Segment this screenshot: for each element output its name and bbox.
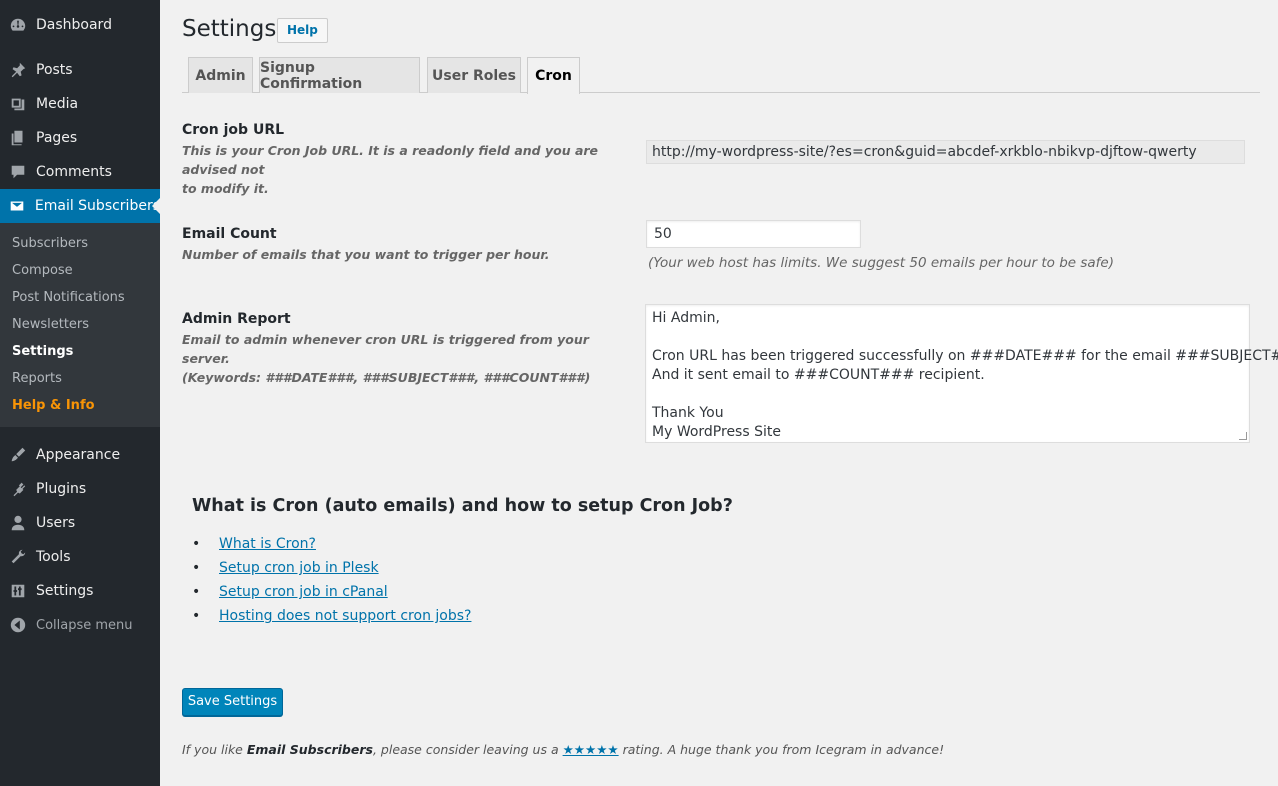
footer-text: If you like — [182, 742, 247, 757]
menu-email-subscribers[interactable]: Email Subscribers — [0, 189, 160, 223]
description-line: Email to admin whenever cron URL is trig… — [182, 332, 589, 366]
textarea-line — [652, 328, 1243, 347]
email-count-field[interactable]: 50 — [646, 220, 861, 248]
wrench-icon — [0, 548, 36, 566]
rating-footer: If you like Email Subscribers, please co… — [182, 742, 944, 757]
media-icon — [0, 95, 36, 113]
list-item: Setup cron job in cPanal — [192, 584, 471, 608]
resize-handle[interactable] — [1239, 432, 1247, 440]
admin-report-description: Email to admin whenever cron URL is trig… — [182, 330, 622, 387]
collapse-menu-button[interactable]: Collapse menu — [0, 608, 160, 642]
menu-tools[interactable]: Tools — [0, 540, 160, 574]
submenu-post-notifications[interactable]: Post Notifications — [12, 290, 125, 305]
admin-report-label: Admin Report — [182, 311, 291, 327]
list-item: Hosting does not support cron jobs? — [192, 608, 471, 632]
menu-users[interactable]: Users — [0, 506, 160, 540]
cron-url-description: This is your Cron Job URL. It is a reado… — [182, 141, 622, 198]
submenu-reports[interactable]: Reports — [12, 371, 62, 386]
what-is-cron-link[interactable]: What is Cron? — [219, 536, 316, 552]
textarea-line: My WordPress Site — [652, 424, 781, 440]
page-title: Settings — [182, 16, 277, 42]
rating-stars-link[interactable]: ★★★★★ — [563, 742, 619, 757]
save-settings-button[interactable]: Save Settings — [182, 688, 283, 716]
email-count-hint: (Your web host has limits. We suggest 50… — [648, 255, 1114, 271]
description-line: This is your Cron Job URL. It is a reado… — [182, 143, 599, 177]
description-line: (Keywords: ###DATE###, ###SUBJECT###, ##… — [182, 370, 591, 385]
collapse-icon — [0, 616, 36, 634]
menu-label: Appearance — [36, 447, 121, 463]
menu-posts[interactable]: Posts — [0, 53, 160, 87]
menu-label: Dashboard — [36, 17, 112, 33]
textarea-line: Cron URL has been triggered successfully… — [652, 348, 1278, 364]
cron-help-heading: What is Cron (auto emails) and how to se… — [192, 496, 733, 516]
pages-icon — [0, 129, 36, 147]
textarea-line: Thank You — [652, 405, 724, 421]
menu-label: Settings — [36, 583, 94, 599]
menu-label: Media — [36, 96, 79, 112]
no-cron-support-link[interactable]: Hosting does not support cron jobs? — [219, 608, 471, 624]
plugin-name: Email Subscribers — [246, 742, 373, 757]
sliders-icon — [0, 582, 36, 600]
menu-label: Tools — [36, 549, 71, 565]
submenu-compose[interactable]: Compose — [12, 263, 73, 278]
comment-icon — [0, 163, 36, 181]
submenu-newsletters[interactable]: Newsletters — [12, 317, 89, 332]
email-count-label: Email Count — [182, 226, 277, 242]
tab-user-roles[interactable]: User Roles — [427, 57, 521, 93]
textarea-line: Hi Admin, — [652, 310, 720, 326]
textarea-line — [652, 385, 1243, 404]
cpanel-cron-link[interactable]: Setup cron job in cPanal — [219, 584, 388, 600]
menu-label: Collapse menu — [36, 617, 133, 633]
submenu-settings[interactable]: Settings — [12, 344, 73, 359]
menu-label: Plugins — [36, 481, 87, 497]
menu-pages[interactable]: Pages — [0, 121, 160, 155]
menu-label: Users — [36, 515, 76, 531]
menu-appearance[interactable]: Appearance — [0, 438, 160, 472]
menu-label: Comments — [36, 164, 112, 180]
envelope-icon — [0, 197, 35, 215]
list-item: Setup cron job in Plesk — [192, 560, 471, 584]
main-content: Settings Help Admin Signup Confirmation … — [160, 0, 1278, 786]
description-line: to modify it. — [182, 181, 269, 196]
settings-tabs: Admin Signup Confirmation User Roles Cro… — [182, 57, 1260, 94]
textarea-line: And it sent email to ###COUNT### recipie… — [652, 367, 985, 383]
menu-plugins[interactable]: Plugins — [0, 472, 160, 506]
submenu-help-info[interactable]: Help & Info — [12, 398, 95, 413]
brush-icon — [0, 446, 36, 464]
cron-url-field[interactable]: http://my-wordpress-site/?es=cron&guid=a… — [646, 140, 1245, 164]
email-subscribers-submenu: Subscribers Compose Post Notifications N… — [0, 223, 160, 427]
menu-dashboard[interactable]: Dashboard — [0, 8, 160, 42]
menu-label: Email Subscribers — [34, 198, 160, 214]
menu-media[interactable]: Media — [0, 87, 160, 121]
pin-icon — [0, 61, 36, 79]
cron-url-label: Cron job URL — [182, 122, 285, 138]
email-count-description: Number of emails that you want to trigge… — [182, 247, 550, 262]
admin-sidebar: Dashboard Posts Media Pages Comments Ema… — [0, 0, 160, 786]
active-indicator — [152, 198, 160, 214]
list-item: What is Cron? — [192, 536, 471, 560]
dashboard-icon — [0, 16, 36, 34]
help-button[interactable]: Help — [277, 18, 328, 43]
admin-report-textarea[interactable]: Hi Admin, Cron URL has been triggered su… — [645, 304, 1278, 443]
tab-signup-confirmation[interactable]: Signup Confirmation — [259, 57, 420, 93]
menu-settings[interactable]: Settings — [0, 574, 160, 608]
user-icon — [0, 514, 36, 532]
menu-label: Pages — [36, 130, 78, 146]
tab-cron[interactable]: Cron — [527, 57, 580, 94]
footer-text: , please consider leaving us a — [372, 742, 563, 757]
menu-label: Posts — [36, 62, 73, 78]
cron-help-list: What is Cron? Setup cron job in Plesk Se… — [192, 536, 471, 632]
footer-text: rating. A huge thank you from Icegram in… — [618, 742, 945, 757]
plesk-cron-link[interactable]: Setup cron job in Plesk — [219, 560, 379, 576]
tab-admin[interactable]: Admin — [188, 57, 253, 93]
menu-comments[interactable]: Comments — [0, 155, 160, 189]
plug-icon — [0, 480, 36, 498]
submenu-subscribers[interactable]: Subscribers — [12, 236, 88, 251]
